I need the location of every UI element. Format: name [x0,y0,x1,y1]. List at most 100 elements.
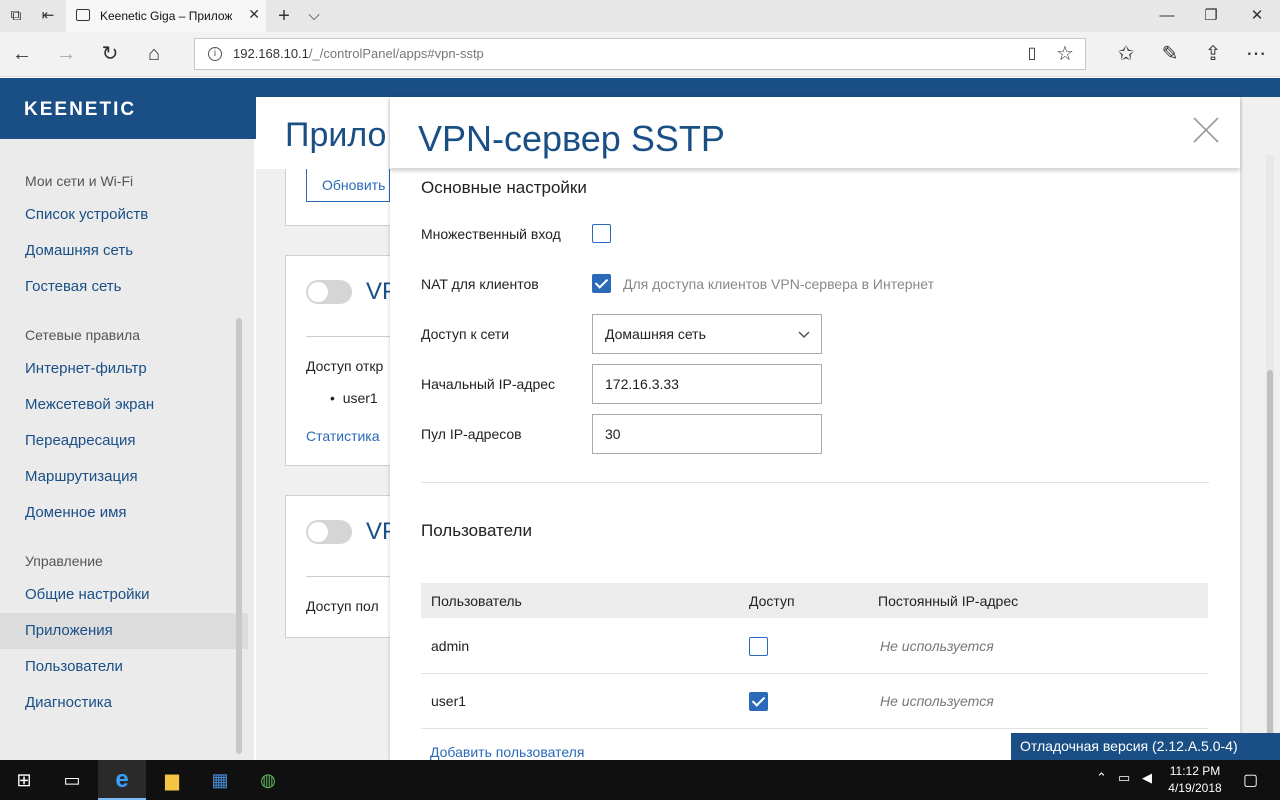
ip-pool-input[interactable]: 30 [592,414,822,454]
table-row-user-name: user1 [431,693,467,709]
users-heading: Пользователи [421,521,532,540]
sidebar-item-applications[interactable]: Приложения [0,613,248,649]
sidebar-item-diagnostics[interactable]: Диагностика [25,685,245,721]
home-icon[interactable]: ⌂ [138,39,170,69]
page-scrollbar[interactable] [1266,155,1274,760]
sidebar-item-internet-filter[interactable]: Интернет-фильтр [25,351,245,387]
multi-login-label: Множественный вход [421,226,561,242]
tab-preview-icon[interactable]: ⇤ [36,4,60,28]
more-menu-icon[interactable]: ⋯ [1240,39,1272,69]
sidebar-item-guest-network[interactable]: Гостевая сеть [25,269,245,305]
sidebar-item-forwarding[interactable]: Переадресация [25,423,245,459]
reading-view-icon[interactable]: ▯ [1016,39,1048,69]
card-divider [306,336,396,337]
network-access-select[interactable]: Домашняя сеть [592,314,822,354]
network-status-icon[interactable]: ▭ [1118,770,1130,786]
column-header-user: Пользователь [431,593,522,609]
tray-chevron-icon[interactable]: ⌃ [1096,770,1107,786]
basic-settings-heading: Основные настройки [421,178,587,197]
sidebar-item-routing[interactable]: Маршрутизация [25,459,245,495]
vpn-card-1-user: • user1 [330,390,378,406]
new-tab-icon[interactable]: + [272,4,296,28]
users-table-header [421,583,1208,618]
sidebar-heading-management: Управление [25,553,103,569]
modal-title: VPN-сервер SSTP [418,118,725,159]
user-access-checkbox[interactable] [749,692,768,711]
volume-icon[interactable]: ◀ [1142,770,1152,786]
row-divider [421,673,1208,674]
row-divider [421,728,1208,729]
column-header-static-ip: Постоянный IP-адрес [878,593,1019,609]
notifications-icon[interactable]: ▢ [1243,770,1258,790]
system-clock[interactable]: 11:12 PM 4/19/2018 [1160,763,1230,797]
ip-pool-label: Пул IP-адресов [421,426,522,442]
table-row-static-ip[interactable]: Не используется [880,693,994,709]
edge-icon[interactable]: e [98,760,146,800]
refresh-icon[interactable]: ↻ [94,39,126,69]
chevron-down-icon [798,331,810,339]
network-access-label: Доступ к сети [421,326,510,342]
site-info-icon[interactable]: i [208,47,222,61]
sidebar-item-general-settings[interactable]: Общие настройки [25,577,245,613]
sidebar-item-users[interactable]: Пользователи [25,649,245,685]
network-app-icon[interactable]: ◍ [244,760,292,800]
address-bar[interactable]: i 192.168.10.1/_/controlPanel/apps#vpn-s… [194,38,1086,70]
multi-login-checkbox[interactable] [592,224,611,243]
favorite-star-icon[interactable]: ☆ [1049,39,1081,69]
browser-tab[interactable]: Keenetic Giga – Прилож ✕ [66,0,266,32]
sidebar-heading-network-rules: Сетевые правила [25,327,141,343]
nat-label: NAT для клиентов [421,276,539,292]
update-button[interactable]: Обновить [306,168,390,202]
debug-version-badge: Отладочная версия (2.12.A.5.0-4) [1011,733,1280,760]
table-row-static-ip[interactable]: Не используется [880,638,994,654]
table-row-user-name: admin [431,638,470,654]
column-header-access: Доступ [749,593,795,609]
tab-list-icon[interactable]: ⌵ [302,4,326,28]
sidebar-item-firewall[interactable]: Межсетевой экран [25,387,245,423]
url-host: 192.168.10.1 [233,46,309,61]
favorites-hub-icon[interactable]: ✩ [1110,39,1142,69]
section-divider [421,482,1209,483]
forward-icon[interactable]: → [50,39,82,69]
nat-checkbox[interactable] [592,274,611,293]
sidebar-item-home-network[interactable]: Домашняя сеть [25,233,245,269]
add-user-link[interactable]: Добавить пользователя [430,744,584,760]
maximize-icon[interactable]: ❐ [1199,4,1223,28]
app-icon[interactable]: ▦ [196,760,244,800]
start-ip-input[interactable]: 172.16.3.33 [592,364,822,404]
window-close-icon[interactable]: ✕ [1245,4,1269,28]
sidebar-heading-networks: Мои сети и Wi-Fi [25,173,134,189]
user-name: user1 [342,390,378,406]
share-icon[interactable]: ⇪ [1197,39,1229,69]
user-access-checkbox[interactable] [749,637,768,656]
file-explorer-icon[interactable]: ▆ [148,760,196,800]
close-icon[interactable] [1192,116,1220,144]
vpn-card-1-access: Доступ откр [306,358,384,374]
minimize-icon[interactable]: — [1155,4,1179,28]
keenetic-logo[interactable]: KEENETIC [24,99,136,121]
statistics-link[interactable]: Статистика [306,428,380,444]
network-access-value: Домашняя сеть [605,326,706,342]
vpn-card-2-access: Доступ пол [306,598,379,614]
task-view-icon[interactable]: ▭ [48,760,96,800]
sidebar-item-device-list[interactable]: Список устройств [25,197,245,233]
web-note-icon[interactable]: ✎ [1154,39,1186,69]
page-favicon-icon [76,9,90,21]
back-icon[interactable]: ← [6,39,38,69]
start-ip-label: Начальный IP-адрес [421,376,556,392]
tab-title: Keenetic Giga – Прилож [100,9,233,23]
page-title: Прило [285,116,387,154]
vpn-card-2-toggle[interactable] [306,520,352,544]
clock-date: 4/19/2018 [1168,781,1222,795]
tab-actions-icon[interactable]: ⧉ [4,4,28,28]
nat-hint: Для доступа клиентов VPN-сервера в Интер… [623,276,935,292]
sidebar-item-priorities[interactable]: Приоритеты подключений [25,127,194,135]
vpn-card-1-toggle[interactable] [306,280,352,304]
card-divider [306,576,396,577]
sidebar-scrollbar[interactable] [236,318,242,754]
close-tab-icon[interactable]: ✕ [248,6,260,23]
sidebar-item-domain-name[interactable]: Доменное имя [25,495,245,531]
clock-time: 11:12 PM [1169,764,1221,778]
scrollbar-thumb[interactable] [1267,370,1273,760]
start-icon[interactable]: ⊞ [0,760,48,800]
